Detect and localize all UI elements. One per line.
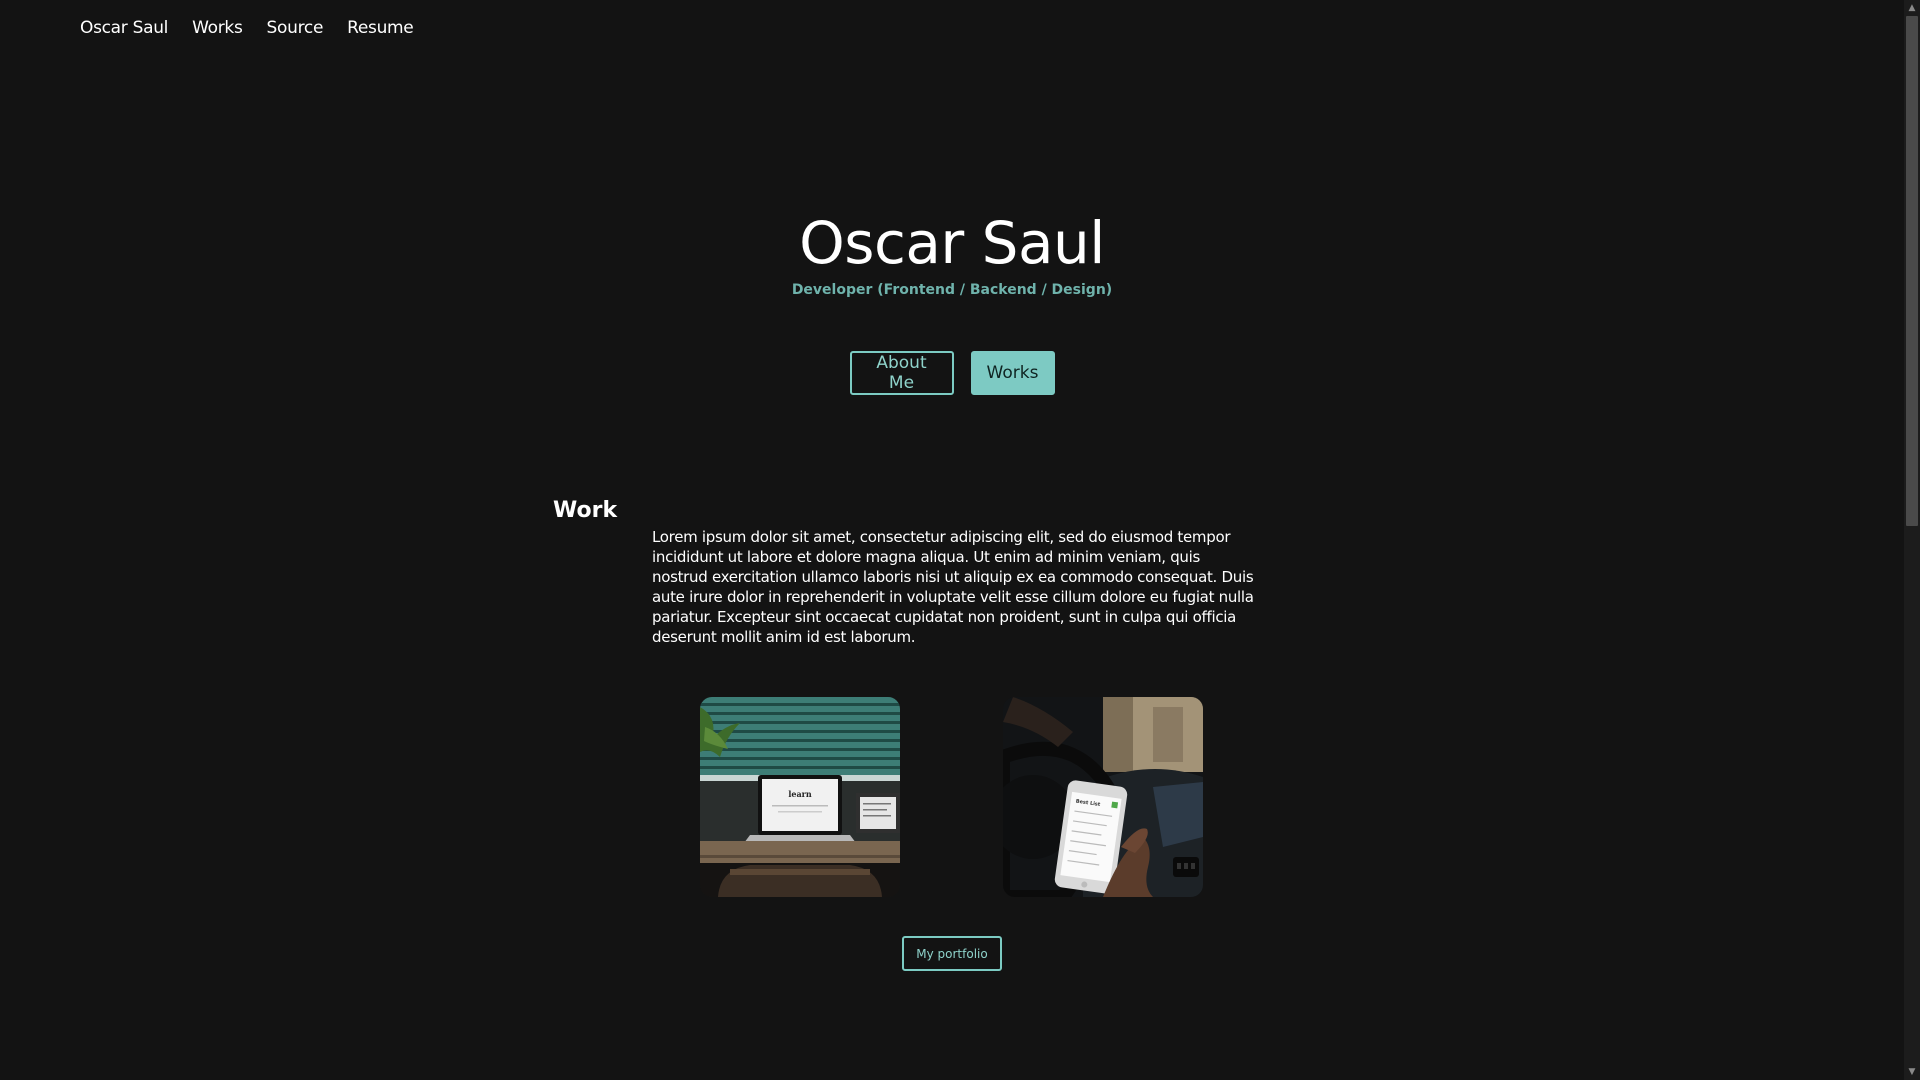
works-button[interactable]: Works <box>970 351 1055 395</box>
top-nav: Oscar Saul Works Source Resume <box>80 18 414 38</box>
scroll-up-icon[interactable]: ▲ <box>1904 0 1920 16</box>
laptop-desk-image: learn <box>700 697 900 897</box>
work-thumbnail-phone[interactable]: Best List <box>1003 697 1203 897</box>
nav-link-works[interactable]: Works <box>192 18 243 38</box>
hero-buttons: About Me Works <box>0 351 1904 395</box>
nav-link-home[interactable]: Oscar Saul <box>80 18 168 38</box>
work-thumbnail-laptop[interactable]: learn <box>700 697 900 897</box>
vertical-scrollbar[interactable]: ▲ ▼ <box>1904 0 1920 1080</box>
laptop-screen-text: learn <box>788 789 812 799</box>
scroll-down-icon[interactable]: ▼ <box>1904 1064 1920 1080</box>
hero-title: Oscar Saul <box>799 209 1105 277</box>
hero-subtitle: Developer (Frontend / Backend / Design) <box>791 281 1113 298</box>
phone-in-car-image: Best List <box>1003 697 1203 897</box>
work-description: Lorem ipsum dolor sit amet, consectetur … <box>652 528 1254 646</box>
nav-link-source[interactable]: Source <box>267 18 324 38</box>
scrollbar-thumb[interactable] <box>1906 16 1918 526</box>
hero-section: Oscar Saul Developer (Frontend / Backend… <box>0 209 1904 298</box>
my-portfolio-button[interactable]: My portfolio <box>902 936 1002 971</box>
about-me-button[interactable]: About Me <box>849 351 954 395</box>
work-heading: Work <box>553 498 618 523</box>
nav-link-resume[interactable]: Resume <box>347 18 414 38</box>
